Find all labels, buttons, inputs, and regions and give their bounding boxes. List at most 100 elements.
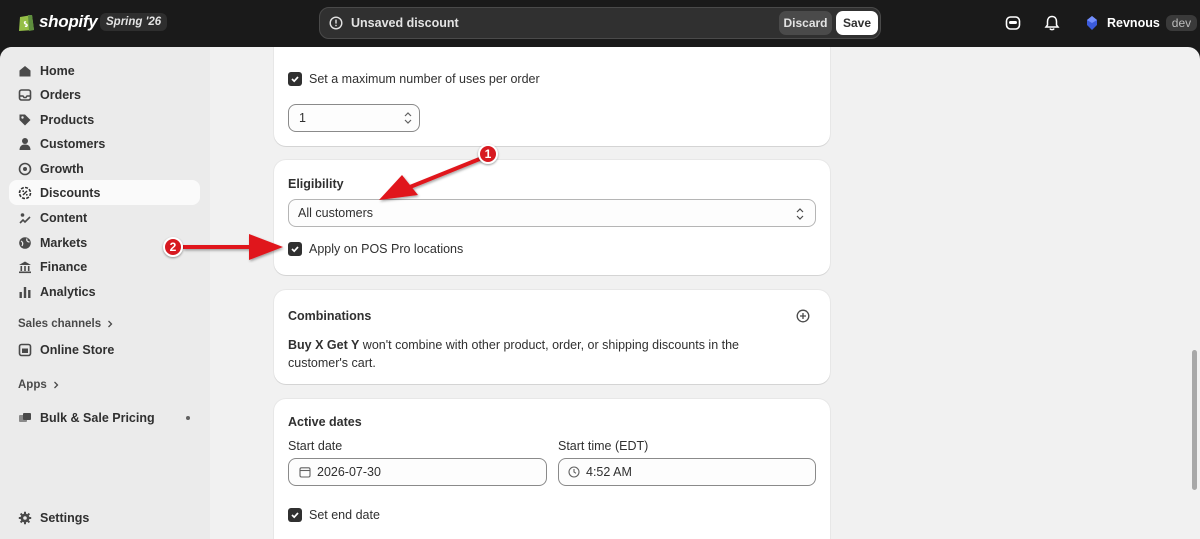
sidebar: Home Orders Products Customers Growth Di… xyxy=(0,47,210,539)
sidebar-item-finance[interactable]: Finance xyxy=(9,254,200,279)
person-icon xyxy=(19,137,31,150)
discount-icon xyxy=(18,186,32,199)
app-icon xyxy=(19,412,31,422)
combinations-title: Combinations xyxy=(288,309,372,323)
eligibility-card: Eligibility All customers Apply on POS P… xyxy=(274,160,830,275)
inbox-icon xyxy=(18,88,32,101)
calendar-icon xyxy=(299,467,311,478)
start-time-label: Start time (EDT) xyxy=(558,439,649,453)
check-icon xyxy=(291,76,299,83)
app-frame: Home Orders Products Customers Growth Di… xyxy=(0,47,1200,539)
avatar xyxy=(1087,16,1097,30)
chevron-right-icon xyxy=(53,381,59,389)
start-date-label: Start date xyxy=(288,439,343,453)
alert-circle-icon xyxy=(329,16,343,30)
max-uses-label: Set a maximum number of uses per order xyxy=(309,72,540,86)
sidebar-item-products[interactable]: Products xyxy=(9,107,200,132)
sidebar-item-home[interactable]: Home xyxy=(9,58,200,83)
sidebar-item-label: Discounts xyxy=(40,185,101,200)
tag-icon xyxy=(19,114,31,125)
sidebar-item-settings[interactable]: Settings xyxy=(9,505,200,530)
sidebar-item-discounts[interactable]: Discounts xyxy=(9,180,200,205)
save-button[interactable]: Save xyxy=(836,11,878,35)
sidebar-item-online-store[interactable]: Online Store xyxy=(9,337,200,362)
sidebar-item-label: Products xyxy=(40,112,95,127)
sidebar-item-analytics[interactable]: Analytics xyxy=(9,279,200,304)
unsaved-message: Unsaved discount xyxy=(351,16,459,30)
start-time-field[interactable]: 4:52 AM xyxy=(558,458,816,486)
top-bar: shopify Spring '26 Unsaved discount Disc… xyxy=(0,0,1200,47)
start-date-value: 2026-07-30 xyxy=(317,465,381,479)
sidebar-item-label: Customers xyxy=(40,136,106,151)
start-date-field[interactable]: 2026-07-30 xyxy=(288,458,547,486)
pos-pro-checkbox[interactable] xyxy=(288,242,302,256)
logo-wordmark: shopify xyxy=(39,12,98,31)
unsaved-changes-bar: Unsaved discount Discard Save xyxy=(319,7,881,39)
end-date-label: Set end date xyxy=(309,508,380,522)
eligibility-selected-value: All customers xyxy=(298,206,374,220)
storefront-icon xyxy=(18,343,32,356)
sidebar-item-orders[interactable]: Orders xyxy=(9,82,200,107)
main-content: Set a maximum number of uses per order 1… xyxy=(210,47,1200,539)
sidebar-item-label: Online Store xyxy=(40,342,115,357)
sales-channels-header[interactable]: Sales channels xyxy=(18,318,114,330)
max-uses-stepper[interactable]: 1 xyxy=(288,104,420,132)
sidebar-item-label: Settings xyxy=(40,510,90,525)
end-date-checkbox[interactable] xyxy=(288,508,302,522)
sidebar-item-label: Finance xyxy=(40,259,88,274)
scrollbar-thumb[interactable] xyxy=(1192,350,1197,490)
shopify-bag-icon xyxy=(19,15,34,31)
store-tag: dev xyxy=(1165,15,1198,31)
user-menu[interactable]: Revnous dev xyxy=(1083,14,1198,32)
pinned-dot xyxy=(186,415,190,420)
sidebar-item-growth[interactable]: Growth xyxy=(9,156,200,181)
sidebar-item-label: Orders xyxy=(40,87,81,102)
stepper-arrows-icon[interactable] xyxy=(403,109,413,127)
chevron-right-icon xyxy=(108,320,113,328)
max-uses-checkbox[interactable] xyxy=(288,72,302,86)
globe-icon xyxy=(19,236,31,249)
combinations-description: Buy X Get Y won't combine with other pro… xyxy=(288,336,758,372)
apps-header[interactable]: Apps xyxy=(18,379,60,391)
bell-icon[interactable] xyxy=(1043,14,1061,32)
growth-icon xyxy=(18,162,32,175)
home-icon xyxy=(19,65,31,76)
sales-channels-label: Sales channels xyxy=(18,318,102,330)
shopify-logo[interactable]: shopify xyxy=(18,12,98,32)
clock-icon xyxy=(568,466,580,478)
sidebar-item-bulk-sale-pricing[interactable]: Bulk & Sale Pricing xyxy=(9,405,200,430)
active-dates-card: Active dates Start date 2026-07-30 Start… xyxy=(274,399,830,539)
sidebar-item-label: Bulk & Sale Pricing xyxy=(40,410,155,425)
sidebar-item-label: Markets xyxy=(40,235,88,250)
combinations-card: Combinations Buy X Get Y won't combine w… xyxy=(274,290,830,384)
usage-limits-card: Set a maximum number of uses per order 1 xyxy=(274,47,830,146)
discard-button[interactable]: Discard xyxy=(779,11,832,35)
check-icon xyxy=(291,512,299,519)
step-badge-2: 2 xyxy=(163,237,183,257)
sidebar-item-label: Growth xyxy=(40,161,84,176)
combinations-type: Buy X Get Y xyxy=(288,338,360,352)
eligibility-select[interactable]: All customers xyxy=(288,199,816,227)
sidebar-item-label: Analytics xyxy=(40,284,96,299)
bank-icon xyxy=(19,261,31,273)
check-icon xyxy=(291,246,299,253)
sidekick-icon[interactable] xyxy=(1004,14,1022,32)
add-circle-icon[interactable] xyxy=(796,309,810,323)
content-icon xyxy=(19,212,31,224)
sidebar-item-label: Home xyxy=(40,63,75,78)
pos-pro-label: Apply on POS Pro locations xyxy=(309,242,464,256)
start-time-value: 4:52 AM xyxy=(586,465,632,479)
user-name: Revnous xyxy=(1107,16,1160,30)
sidebar-item-label: Content xyxy=(40,210,88,225)
release-badge: Spring '26 xyxy=(100,13,168,31)
select-chevron-icon xyxy=(796,208,804,220)
active-dates-title: Active dates xyxy=(288,415,362,429)
max-uses-value: 1 xyxy=(299,111,306,125)
gear-icon xyxy=(18,511,32,524)
step-badge-1: 1 xyxy=(478,144,498,164)
sidebar-item-content[interactable]: Content xyxy=(9,205,200,230)
sidebar-item-customers[interactable]: Customers xyxy=(9,131,200,156)
eligibility-title: Eligibility xyxy=(288,177,344,191)
apps-label: Apps xyxy=(18,379,47,391)
chart-icon xyxy=(19,286,31,298)
